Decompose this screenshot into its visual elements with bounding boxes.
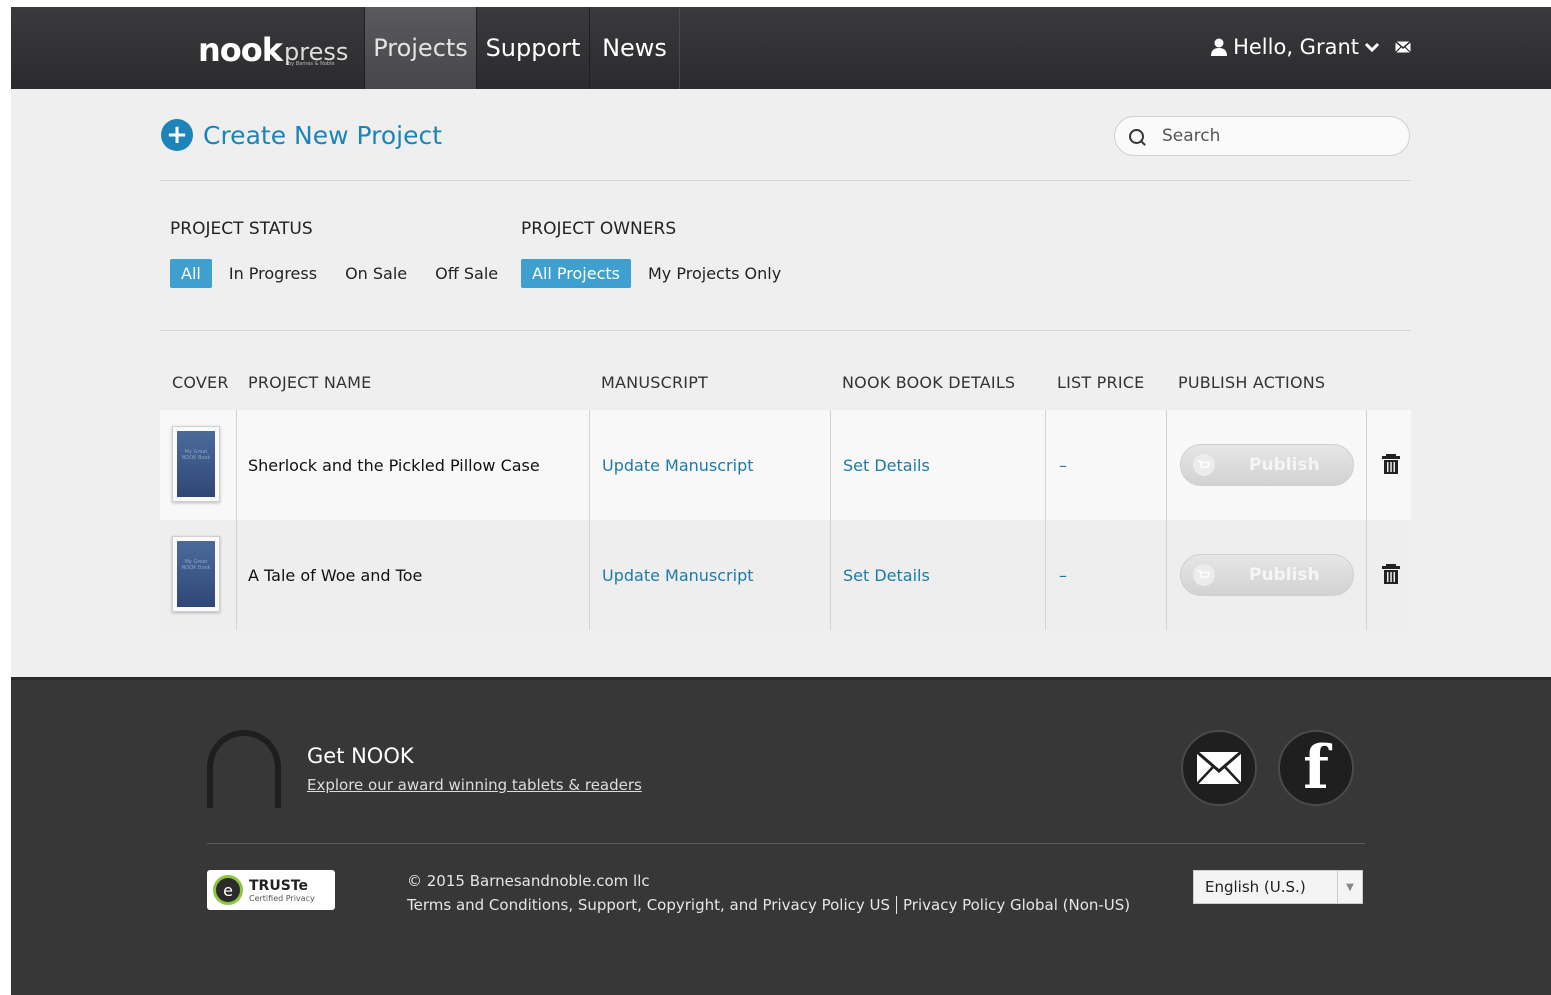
chevron-down-icon: ▼: [1337, 871, 1362, 903]
privacy-global-link[interactable]: Privacy Policy Global (Non-US): [903, 896, 1130, 914]
facebook-icon: f: [1303, 733, 1329, 803]
publish-label: Publish: [1249, 565, 1320, 585]
book-cover[interactable]: My Great NOOK Book: [172, 536, 220, 612]
tab-support-label: Support: [485, 34, 581, 62]
main-content: + Create New Project PROJECT STATUS All …: [11, 89, 1551, 677]
column-header-manuscript: MANUSCRIPT: [601, 373, 709, 392]
set-details-link[interactable]: Set Details: [843, 410, 930, 520]
truste-text: TRUSTe Certified Privacy: [249, 878, 315, 903]
publish-button[interactable]: Publish: [1180, 444, 1354, 486]
list-price: –: [1059, 565, 1067, 585]
tab-projects[interactable]: Projects: [364, 7, 477, 89]
filter-owner-my-projects[interactable]: My Projects Only: [637, 259, 792, 288]
projects-table: My Great NOOK Book Sherlock and the Pick…: [160, 410, 1411, 630]
tab-projects-label: Projects: [373, 34, 468, 62]
column-divider: [589, 410, 590, 630]
publish-label: Publish: [1249, 455, 1320, 475]
page-frame: nook press by Barnes & Noble Projects Su…: [11, 7, 1551, 995]
book-cover[interactable]: My Great NOOK Book: [172, 426, 220, 502]
column-divider: [1045, 410, 1046, 630]
logo-sub: by Barnes & Noble: [288, 61, 335, 67]
get-nook-title: Get NOOK: [307, 744, 414, 768]
column-divider: [1366, 410, 1367, 630]
divider: [160, 180, 1411, 181]
search-icon: [1129, 128, 1144, 144]
set-details-link[interactable]: Set Details: [843, 520, 930, 630]
logo-nook: nook: [198, 31, 283, 69]
legal-separator: [896, 896, 898, 914]
facebook-button[interactable]: f: [1278, 730, 1354, 806]
filter-status-all[interactable]: All: [170, 259, 212, 288]
project-name[interactable]: A Tale of Woe and Toe: [248, 520, 422, 630]
create-new-project-button[interactable]: + Create New Project: [161, 119, 442, 151]
filter-status-in-progress[interactable]: In Progress: [218, 259, 328, 288]
divider: [160, 330, 1411, 331]
truste-name: TRUSTe: [249, 877, 308, 894]
column-header-cover: COVER: [172, 373, 229, 392]
filter-status-off-sale[interactable]: Off Sale: [424, 259, 509, 288]
project-owners-title: PROJECT OWNERS: [521, 219, 677, 239]
tab-support[interactable]: Support: [476, 7, 590, 89]
trash-icon[interactable]: [1380, 562, 1402, 588]
chevron-down-icon: [1365, 42, 1379, 52]
tab-news[interactable]: News: [589, 7, 680, 89]
email-button[interactable]: [1181, 730, 1257, 806]
filter-owner-all-projects[interactable]: All Projects: [521, 259, 631, 288]
column-header-nook-book-details: NOOK BOOK DETAILS: [842, 373, 1016, 392]
column-header-publish-actions: PUBLISH ACTIONS: [1178, 373, 1326, 392]
user-icon: [1211, 38, 1228, 56]
create-new-project-label: Create New Project: [203, 120, 443, 150]
truste-logo-icon: e: [213, 875, 243, 905]
user-menu[interactable]: Hello, Grant: [1211, 35, 1411, 59]
column-header-project-name: PROJECT NAME: [248, 373, 372, 392]
table-row: My Great NOOK Book A Tale of Woe and Toe…: [160, 520, 1411, 630]
column-divider: [830, 410, 831, 630]
table-row: My Great NOOK Book Sherlock and the Pick…: [160, 410, 1411, 520]
user-greeting: Hello, Grant: [1233, 35, 1359, 59]
project-status-filters: All In Progress On Sale Off Sale: [170, 259, 515, 288]
trash-icon[interactable]: [1380, 452, 1402, 478]
legal-us-link[interactable]: Terms and Conditions, Support, Copyright…: [407, 896, 890, 914]
envelope-icon: [1196, 751, 1242, 785]
footer: Get NOOK Explore our award winning table…: [11, 677, 1551, 995]
top-nav: nook press by Barnes & Noble Projects Su…: [11, 7, 1551, 89]
publish-button[interactable]: Publish: [1180, 554, 1354, 596]
project-name[interactable]: Sherlock and the Pickled Pillow Case: [248, 410, 540, 520]
truste-sub: Certified Privacy: [249, 893, 315, 903]
nook-logo-icon[interactable]: [207, 730, 281, 808]
legal-links: Terms and Conditions, Support, Copyright…: [407, 896, 1130, 914]
cart-icon: [1193, 454, 1215, 476]
plus-circle-icon: +: [161, 119, 193, 151]
filter-status-on-sale[interactable]: On Sale: [334, 259, 418, 288]
column-divider: [1166, 410, 1167, 630]
language-select[interactable]: English (U.S.) ▼: [1193, 870, 1363, 904]
search-box[interactable]: [1114, 116, 1410, 156]
copyright-text: © 2015 Barnesandnoble.com llc: [407, 872, 650, 890]
project-owners-filters: All Projects My Projects Only: [521, 259, 798, 288]
nookpress-logo[interactable]: nook press by Barnes & Noble: [198, 25, 348, 69]
search-input[interactable]: [1160, 125, 1384, 147]
update-manuscript-link[interactable]: Update Manuscript: [602, 410, 754, 520]
cart-icon: [1193, 564, 1215, 586]
tab-news-label: News: [602, 34, 667, 62]
project-status-title: PROJECT STATUS: [170, 219, 313, 239]
envelope-icon[interactable]: [1395, 41, 1411, 53]
truste-badge[interactable]: e TRUSTe Certified Privacy: [207, 870, 335, 910]
footer-divider: [207, 843, 1365, 844]
language-value: English (U.S.): [1205, 878, 1306, 896]
book-cover-art: My Great NOOK Book: [177, 541, 215, 607]
update-manuscript-link[interactable]: Update Manuscript: [602, 520, 754, 630]
explore-link[interactable]: Explore our award winning tablets & read…: [307, 776, 642, 794]
list-price: –: [1059, 455, 1067, 475]
column-header-list-price: LIST PRICE: [1057, 373, 1145, 392]
column-divider: [236, 410, 237, 630]
book-cover-art: My Great NOOK Book: [177, 431, 215, 497]
